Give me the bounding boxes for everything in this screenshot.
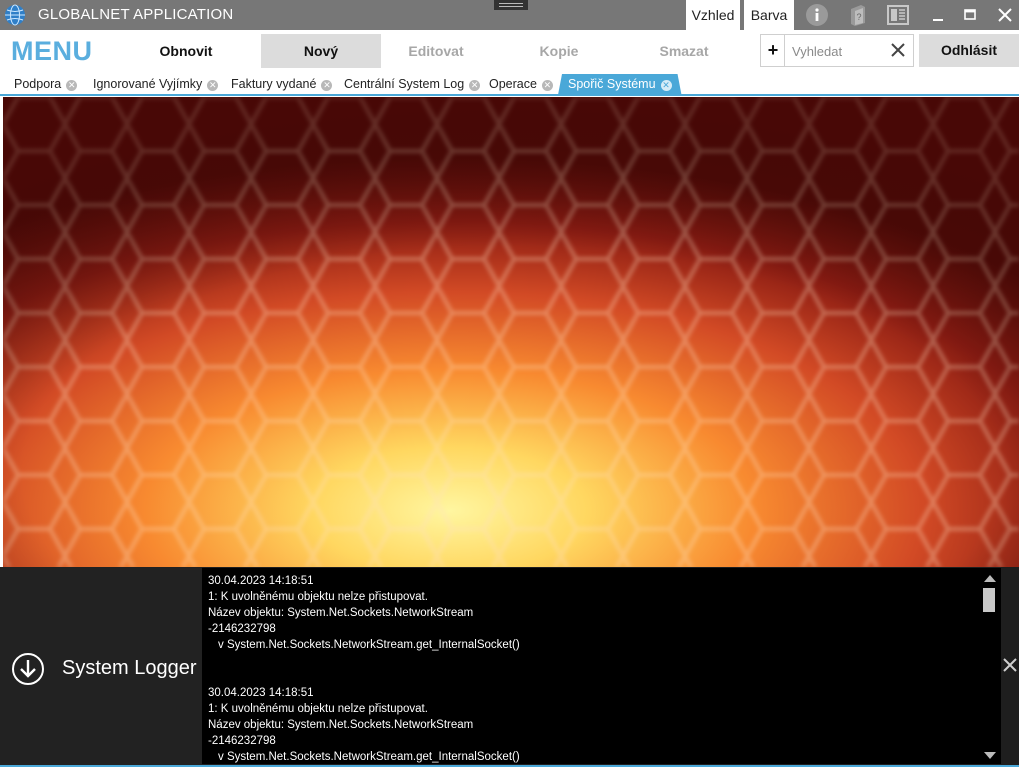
tab-label: Ignorované Vyjímky bbox=[93, 77, 203, 91]
layout-icon[interactable] bbox=[886, 3, 910, 27]
log-timestamp: 30.04.2023 14:18:51 bbox=[208, 575, 314, 587]
tab-ignorovane-vyjimky[interactable]: Ignorované Vyjímky ✕ bbox=[87, 74, 224, 95]
clear-search-icon[interactable] bbox=[889, 41, 907, 59]
log-entry: 30.04.2023 14:18:51 1: K uvolněnému obje… bbox=[208, 573, 979, 653]
tab-centralni-system-log[interactable]: Centrální System Log ✕ bbox=[338, 74, 486, 95]
log-code: -2146232798 bbox=[208, 623, 276, 635]
copy-button[interactable]: Kopie bbox=[509, 34, 609, 68]
search-input[interactable] bbox=[792, 43, 888, 59]
scroll-thumb[interactable] bbox=[983, 588, 995, 612]
refresh-button[interactable]: Obnovit bbox=[136, 34, 236, 68]
search-box bbox=[784, 34, 914, 67]
log-stack: v System.Net.Sockets.NetworkStream.get_I… bbox=[218, 751, 520, 763]
document-tabs: Podpora ✕ Ignorované Vyjímky ✕ Faktury vyd… bbox=[0, 72, 1019, 95]
minimize-icon[interactable] bbox=[928, 5, 948, 25]
drag-handle[interactable] bbox=[494, 0, 528, 10]
log-message: 1: K uvolněnému objektu nelze přistupova… bbox=[208, 591, 428, 603]
tab-podpora[interactable]: Podpora ✕ bbox=[8, 74, 83, 95]
menu-bar: MENU Obnovit Nový Editovat Kopie Smazat … bbox=[0, 30, 1019, 72]
logger-title: System Logger bbox=[62, 657, 197, 679]
screensaver-view bbox=[3, 97, 1019, 567]
tab-faktury-vydane[interactable]: Faktury vydané ✕ bbox=[225, 74, 338, 95]
globe-icon bbox=[5, 4, 25, 26]
tab-label: Spořič Systému bbox=[568, 77, 656, 91]
delete-button[interactable]: Smazat bbox=[634, 34, 734, 68]
new-button[interactable]: Nový bbox=[261, 34, 381, 68]
tab-label: Centrální System Log bbox=[344, 77, 465, 91]
log-object: Název objektu: System.Net.Sockets.Networ… bbox=[208, 607, 474, 619]
close-icon[interactable] bbox=[995, 5, 1015, 25]
logger-sidebar: System Logger bbox=[0, 567, 202, 767]
edit-button[interactable]: Editovat bbox=[386, 34, 486, 68]
tab-close-icon[interactable]: ✕ bbox=[321, 80, 333, 91]
svg-text:?: ? bbox=[856, 12, 861, 22]
help-book-icon[interactable]: ? bbox=[846, 3, 870, 27]
theme-tab-barva[interactable]: Barva bbox=[744, 0, 794, 30]
add-button[interactable]: + bbox=[760, 34, 785, 67]
arrow-down-circle-icon[interactable] bbox=[11, 652, 45, 686]
maximize-icon[interactable] bbox=[960, 5, 980, 25]
scroll-down-icon[interactable] bbox=[984, 752, 996, 759]
info-icon[interactable] bbox=[805, 3, 829, 27]
system-logger-panel: System Logger 30.04.2023 14:18:51 1: K u… bbox=[0, 567, 1019, 767]
tab-close-icon[interactable]: ✕ bbox=[541, 80, 553, 91]
app-title: GLOBALNET APPLICATION bbox=[38, 6, 234, 23]
logout-button[interactable]: Odhlásit bbox=[919, 34, 1019, 67]
log-object: Název objektu: System.Net.Sockets.Networ… bbox=[208, 719, 474, 731]
tab-close-icon[interactable]: ✕ bbox=[66, 80, 78, 91]
scroll-up-icon[interactable] bbox=[984, 575, 996, 582]
tabs-underline bbox=[0, 94, 1019, 96]
screensaver-image bbox=[3, 97, 1019, 567]
log-message: 1: K uvolněnému objektu nelze přistupova… bbox=[208, 703, 428, 715]
log-scrollbar[interactable] bbox=[979, 568, 1001, 764]
log-code: -2146232798 bbox=[208, 735, 276, 747]
close-logger-icon[interactable] bbox=[1001, 655, 1019, 675]
tab-close-icon[interactable]: ✕ bbox=[207, 80, 219, 91]
log-stack: v System.Net.Sockets.NetworkStream.get_I… bbox=[218, 639, 520, 651]
theme-tab-vzhled[interactable]: Vzhled bbox=[686, 0, 740, 30]
tab-sporic-systemu[interactable]: Spořič Systému ✕ bbox=[558, 74, 682, 95]
tab-close-icon[interactable]: ✕ bbox=[661, 80, 672, 91]
tab-label: Podpora bbox=[14, 77, 62, 91]
tab-label: Faktury vydané bbox=[231, 77, 317, 91]
tab-close-icon[interactable]: ✕ bbox=[469, 80, 481, 91]
menu-logo[interactable]: MENU bbox=[11, 36, 93, 67]
log-timestamp: 30.04.2023 14:18:51 bbox=[208, 687, 314, 699]
log-entry: 30.04.2023 14:18:51 1: K uvolněnému obje… bbox=[208, 685, 979, 764]
log-output[interactable]: 30.04.2023 14:18:51 1: K uvolněnému obje… bbox=[202, 568, 979, 764]
tab-label: Operace bbox=[489, 77, 537, 91]
tab-operace[interactable]: Operace ✕ bbox=[483, 74, 559, 95]
title-bar[interactable]: GLOBALNET APPLICATION Vzhled Barva ? bbox=[0, 0, 1019, 30]
